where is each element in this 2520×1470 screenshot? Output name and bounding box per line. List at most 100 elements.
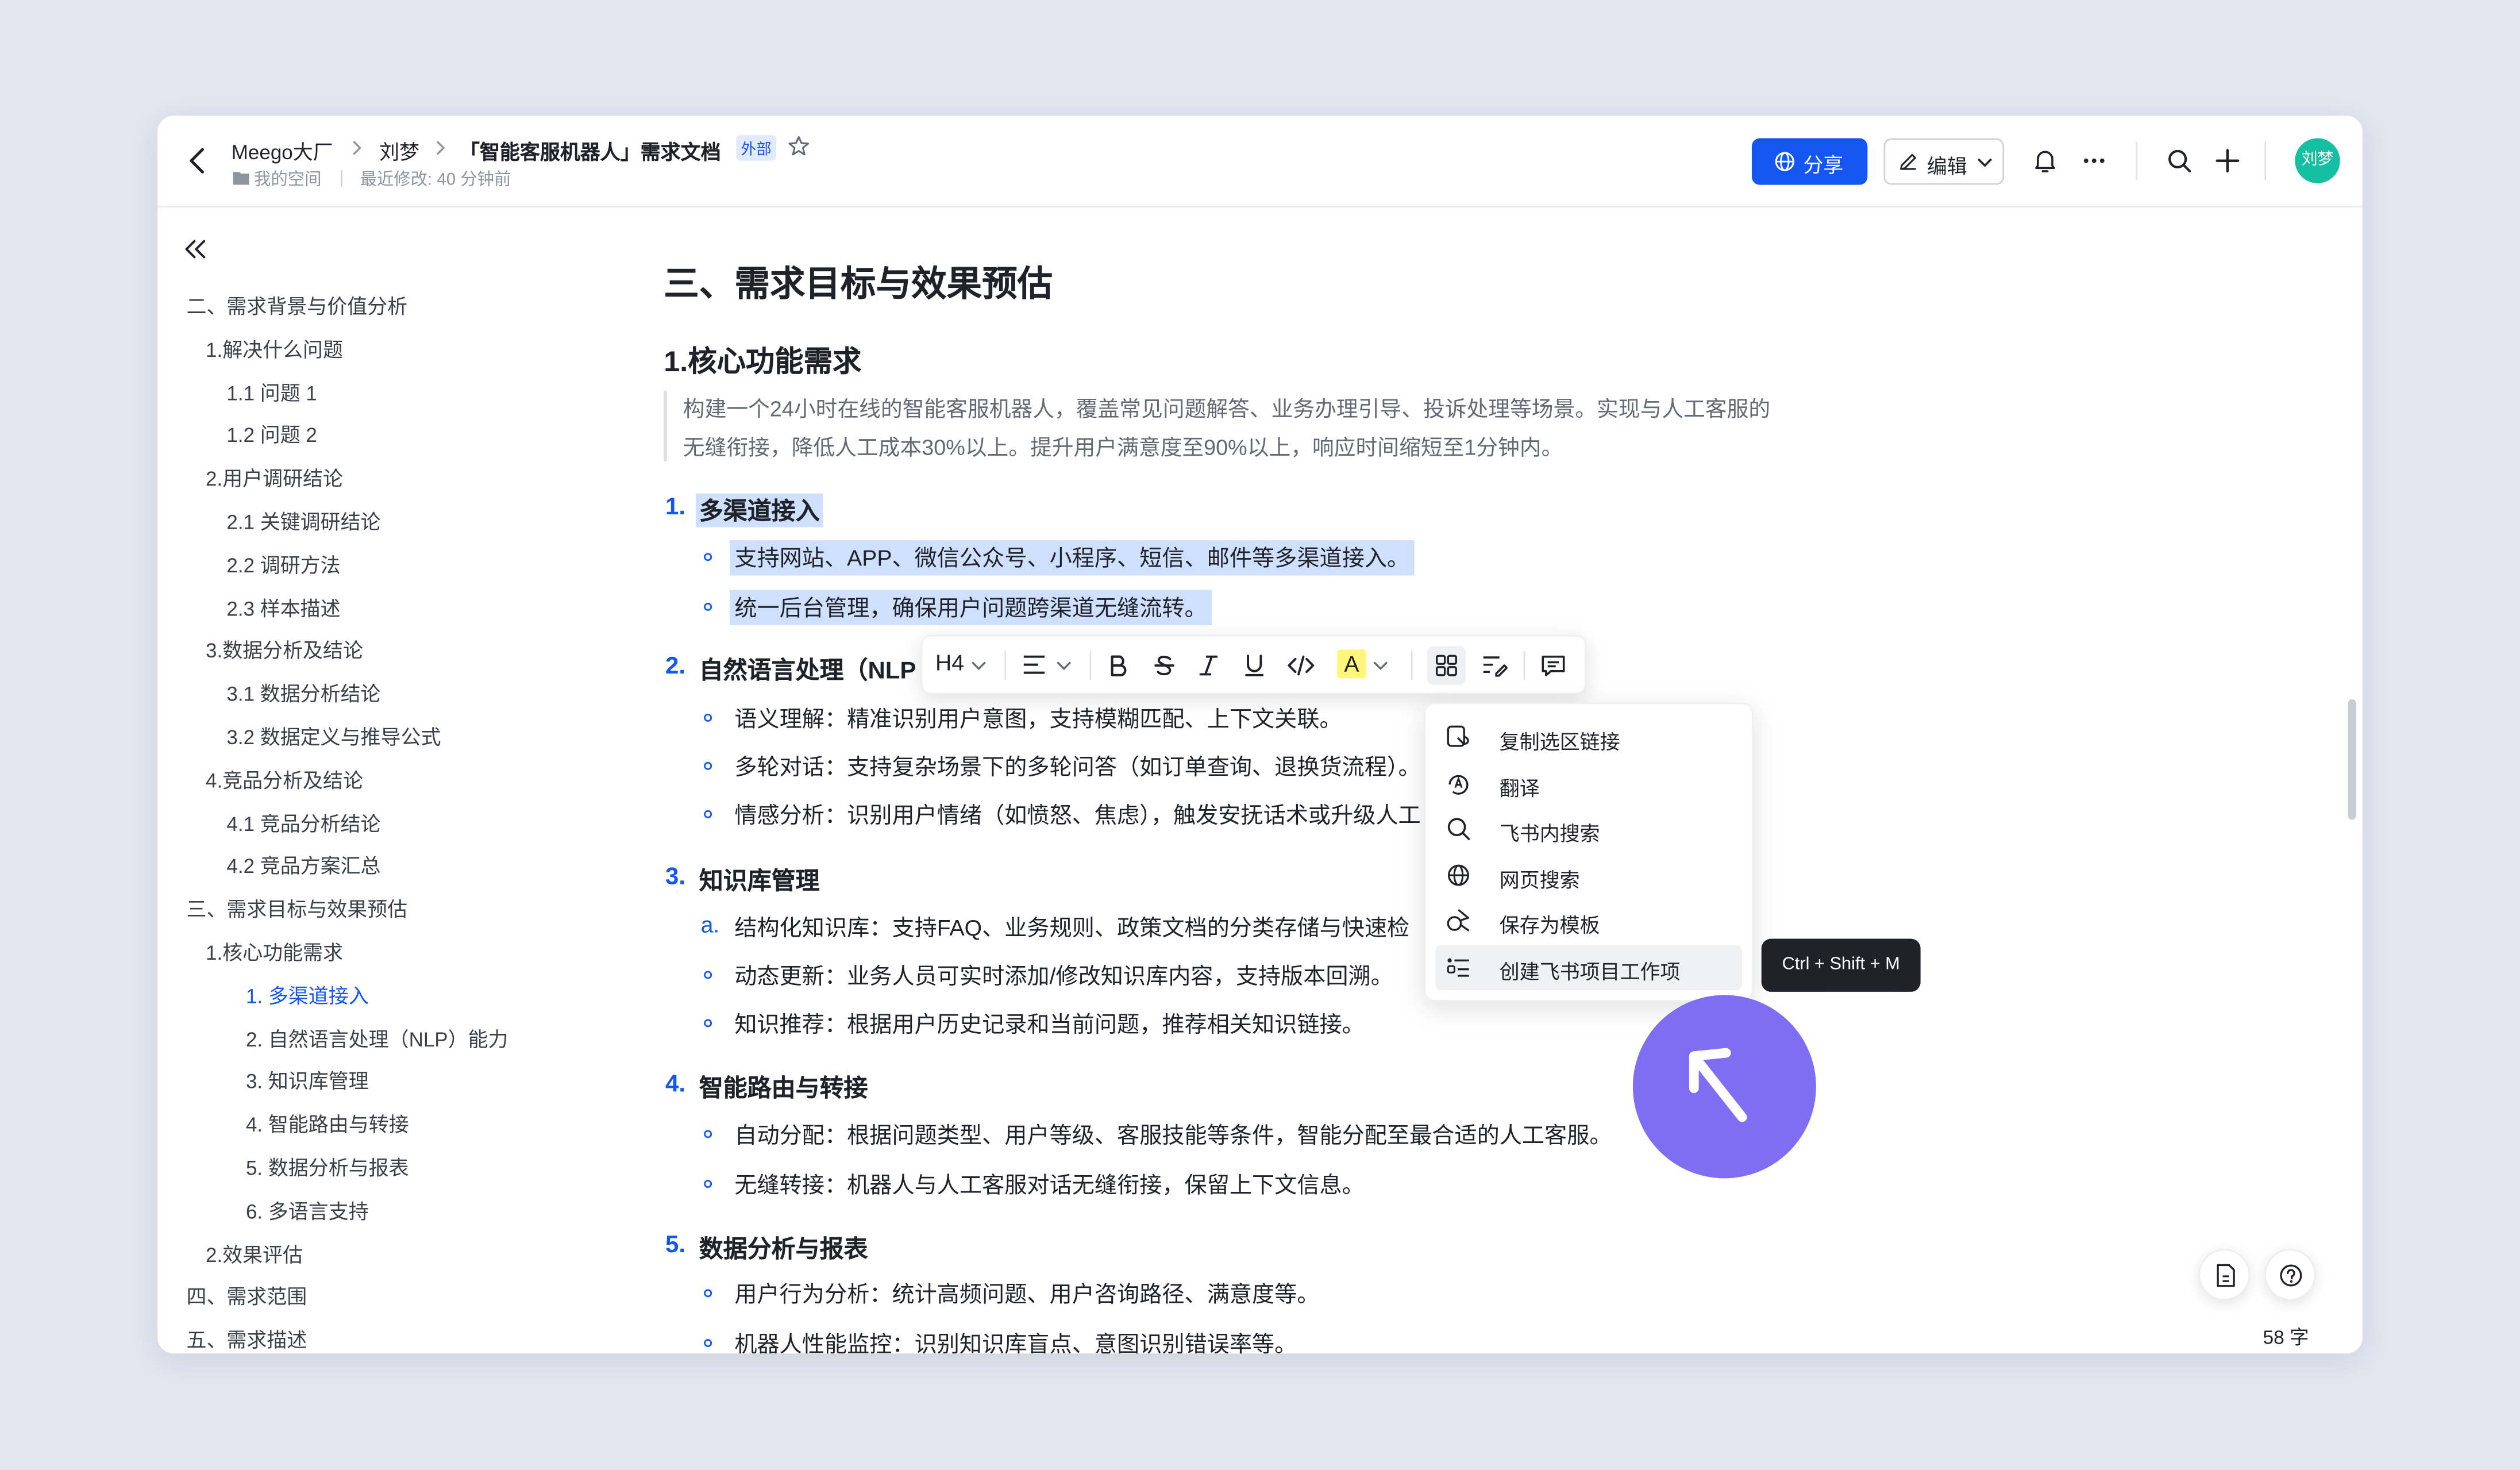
list-item[interactable]: 知识推荐：根据用户历史记录和当前问题，推荐相关知识链接。 [734,1008,1365,1040]
list-item[interactable]: 统一后台管理，确保用户问题跨渠道无缝流转。 [729,590,1212,626]
edit-label: 编辑 [1926,156,1967,179]
menu-item-copy-selection-link[interactable]: 复制选区链接 [1435,715,1742,760]
external-badge: 外部 [736,134,777,161]
italic-icon[interactable] [1199,654,1219,676]
divider [1523,651,1525,680]
toc-item[interactable]: 6. 多语言支持 [246,1194,369,1225]
toc-item[interactable]: 2.1 关键调研结论 [226,505,380,535]
toc-item[interactable]: 1.解决什么问题 [206,332,343,363]
section-heading[interactable]: 知识库管理 [699,863,820,897]
quote-line[interactable]: 构建一个24小时在线的智能客服机器人，覆盖常见问题解答、业务办理引导、投诉处理等… [683,391,1770,429]
chevron-down-icon[interactable] [971,661,987,672]
toc-item[interactable]: 2.2 调研方法 [226,548,340,578]
toc-item[interactable]: 5. 数据分析与报表 [246,1151,409,1182]
translate-icon [1448,774,1469,794]
strikethrough-icon[interactable] [1154,654,1174,676]
document-icon [2217,1264,2235,1287]
align-icon[interactable] [1022,654,1046,675]
menu-item-label: 飞书内搜索 [1499,823,1600,846]
list-item[interactable]: 支持网站、APP、微信公众号、小程序、短信、邮件等多渠道接入。 [729,540,1415,576]
code-icon[interactable] [1288,654,1315,676]
toc-item[interactable]: 3.1 数据分析结论 [226,677,380,707]
list-item[interactable]: 结构化知识库：支持FAQ、业务规则、政策文档的分类存储与快速检 [734,911,1409,944]
divider [2264,141,2267,180]
collapse-sidebar-icon[interactable] [183,240,207,259]
menu-item-translate[interactable]: 翻译 [1435,761,1742,806]
bell-icon[interactable] [2033,148,2057,174]
list-item[interactable]: 动态更新：业务人员可实时添加/修改知识库内容，支持版本回溯。 [734,960,1393,992]
toc-item[interactable]: 1. 多渠道接入 [246,979,369,1009]
comment-icon[interactable] [1542,654,1566,676]
more-icon[interactable] [2083,157,2105,164]
avatar[interactable]: 刘梦 [2295,138,2340,183]
bold-icon[interactable] [1109,654,1128,676]
convert-icon[interactable] [1482,654,1508,677]
list-item[interactable]: 机器人性能监控：识别知识库盲点、意图识别错误率等。 [734,1327,1297,1353]
menu-item-web-search[interactable]: 网页搜索 [1435,853,1742,898]
chevron-down-icon[interactable] [1056,661,1072,672]
back-arrow-icon[interactable] [186,147,209,175]
toc-item[interactable]: 二、需求背景与价值分析 [186,289,407,320]
toc-item[interactable]: 五、需求描述 [186,1323,307,1354]
highlight-icon[interactable]: A [1337,649,1366,679]
toc-item[interactable]: 1.1 问题 1 [226,375,317,406]
edit-mode-button[interactable]: 编辑 [1883,138,2005,185]
toc-item[interactable]: 4.2 竞品方案汇总 [226,849,380,880]
breadcrumb-owner[interactable]: 刘梦 [379,135,419,166]
chevron-down-icon[interactable] [1373,661,1389,672]
list-item[interactable]: 多轮对话：支持复杂场景下的多轮问答（如订单查询、退换货流程）。 [734,751,1420,783]
toc-item[interactable]: 2. 自然语言处理（NLP）能力 [246,1022,508,1052]
toc-item[interactable]: 3.2 数据定义与推导公式 [226,720,441,751]
section-heading[interactable]: 多渠道接入 [696,493,823,528]
shortcut-tooltip: Ctrl + Shift + M [1761,938,1921,992]
globe-icon [1447,864,1469,886]
toc-item[interactable]: 四、需求范围 [186,1280,307,1311]
doc-info-button[interactable] [2198,1249,2251,1300]
last-modified: 最近修改: 40 分钟前 [360,170,511,190]
toc-item[interactable]: 4.竞品分析及结论 [206,763,363,794]
breadcrumb-workspace[interactable]: Meego大厂 [232,135,333,166]
plus-icon[interactable] [2215,148,2241,174]
list-item[interactable]: 语义理解：精准识别用户意图，支持模糊匹配、上下文关联。 [734,702,1342,734]
menu-item-label: 保存为模板 [1499,914,1600,937]
menu-item-search-in-feishu[interactable]: 飞书内搜索 [1435,807,1742,852]
list-item[interactable]: 无缝转接：机器人与人工客服对话无缝衔接，保留上下文信息。 [734,1169,1365,1201]
top-bar: Meego大厂 刘梦 「智能客服机器人」需求文档 外部 我的空间 最近修改: 4… [157,116,2363,207]
bullet-icon [704,810,712,818]
work-item-icon [1447,957,1469,976]
toc-item[interactable]: 2.用户调研结论 [206,461,343,492]
list-item[interactable]: 用户行为分析：统计高频问题、用户咨询路径、满意度等。 [734,1278,1319,1310]
word-count: 58 字 [2263,1326,2309,1349]
underline-icon[interactable] [1244,654,1265,676]
toc-item[interactable]: 1.核心功能需求 [206,936,343,966]
heading-icon[interactable]: H4 [935,649,964,675]
search-icon[interactable] [2167,148,2193,174]
share-button[interactable]: 分享 [1751,138,1868,185]
list-item[interactable]: 情感分析：识别用户情绪（如愤怒、焦虑），触发安抚话术或升级人工 [734,799,1420,831]
toc-item[interactable]: 2.3 样本描述 [226,591,340,621]
toc-item[interactable]: 3. 知识库管理 [246,1065,369,1095]
toc-item[interactable]: 2.效果评估 [206,1237,303,1268]
quote-line[interactable]: 无缝衔接，降低人工成本30%以上。提升用户满意度至90%以上，响应时间缩短至1分… [683,429,1563,468]
space-label[interactable]: 我的空间 [254,167,321,191]
list-item[interactable]: 自动分配：根据问题类型、用户等级、客服技能等条件，智能分配至最合适的人工客服。 [734,1119,1612,1151]
section-heading[interactable]: 自然语言处理（NLP [699,653,916,687]
section-heading[interactable]: 数据分析与报表 [699,1232,868,1265]
menu-item-save-as-template[interactable]: 保存为模板 [1435,899,1742,944]
toc-item[interactable]: 3.数据分析及结论 [206,634,363,664]
heading-h2[interactable]: 1.核心功能需求 [664,339,861,381]
toc-item[interactable]: 4.1 竞品分析结论 [226,806,380,837]
block-icon[interactable] [1435,654,1458,676]
divider [1004,651,1007,680]
bullet-icon [704,602,712,611]
toc-item[interactable]: 三、需求目标与效果预估 [186,892,407,923]
menu-item-create-work-item[interactable]: 创建飞书项目工作项 [1435,944,1743,990]
toc-item[interactable]: 4. 智能路由与转接 [246,1108,409,1138]
heading-h1[interactable]: 三、需求目标与效果预估 [664,256,1053,307]
toc-item[interactable]: 1.2 问题 2 [226,418,317,449]
scrollbar-thumb[interactable] [2348,699,2356,820]
section-heading[interactable]: 智能路由与转接 [699,1071,868,1105]
help-button[interactable] [2264,1249,2316,1300]
document-title[interactable]: 「智能客服机器人」需求文档 [460,135,721,166]
star-icon[interactable] [788,135,810,157]
